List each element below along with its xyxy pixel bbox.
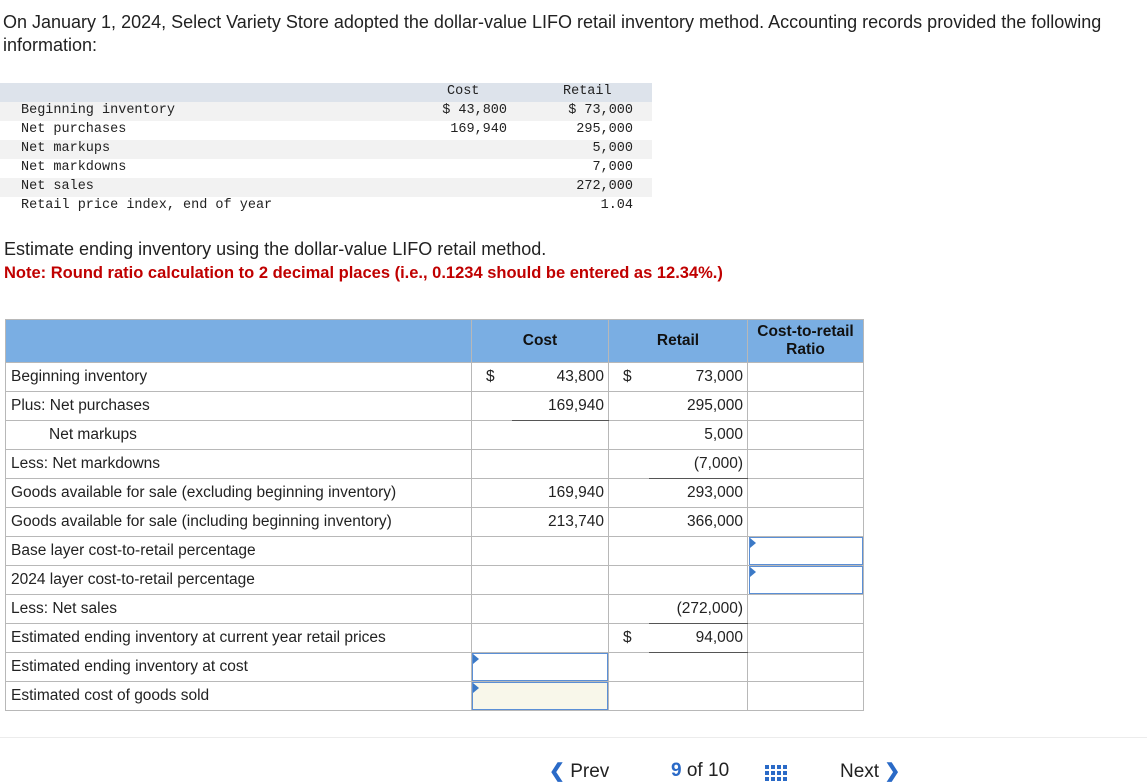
given-label: Net markups (21, 141, 111, 156)
table-row: Estimated cost of goods sold (5, 681, 864, 711)
table-row: 2024 layer cost-to-retail percentage (5, 565, 864, 595)
retail-value: 295,000 (648, 391, 748, 421)
given-retail: 7,000 (592, 160, 633, 175)
table-row: Goods available for sale (excluding begi… (5, 478, 864, 508)
page-of: of (686, 760, 703, 781)
given-row: Retail price index, end of year 1.04 (0, 197, 652, 216)
given-header-retail: Retail (563, 84, 612, 99)
base-layer-ratio-input[interactable] (748, 537, 863, 565)
row-label: Estimated ending inventory at current ye… (5, 623, 472, 653)
given-label: Retail price index, end of year (21, 198, 273, 213)
table-row: Goods available for sale (including begi… (5, 507, 864, 537)
retail-value: 94,000 (648, 623, 748, 653)
cost-value: 213,740 (511, 507, 609, 537)
row-label: Goods available for sale (excluding begi… (5, 478, 472, 508)
row-label: Estimated cost of goods sold (5, 681, 472, 711)
answer-header-row: Cost Retail Cost-to-retail Ratio (5, 319, 864, 363)
cost-value: 169,940 (511, 391, 609, 421)
page-total: 10 (708, 760, 730, 781)
cost-of-goods-sold-input[interactable] (472, 682, 608, 710)
row-label: Estimated ending inventory at cost (5, 652, 472, 682)
given-row: Net markups 5,000 (0, 140, 652, 159)
prev-button[interactable]: ❮ Prev (549, 760, 609, 783)
retail-dollar-sign: $ (608, 362, 649, 392)
retail-value: 73,000 (648, 362, 748, 392)
retail-dollar-sign: $ (608, 623, 649, 653)
given-retail: 1.04 (600, 198, 633, 213)
rounding-note: Note: Round ratio calculation to 2 decim… (4, 264, 723, 282)
table-row: Beginning inventory $ 43,800 $ 73,000 (5, 362, 864, 392)
given-retail: 295,000 (576, 122, 633, 137)
footer-divider (0, 737, 1147, 738)
given-label: Net purchases (21, 122, 127, 137)
retail-value: (272,000) (648, 594, 748, 624)
cost-value: 169,940 (511, 478, 609, 508)
given-retail: $ 73,000 (568, 103, 633, 118)
given-label: Net sales (21, 179, 94, 194)
table-row: Net markups 5,000 (5, 420, 864, 450)
given-retail: 5,000 (592, 141, 633, 156)
retail-value: (7,000) (648, 449, 748, 479)
row-label: 2024 layer cost-to-retail percentage (5, 565, 472, 595)
prev-label: Prev (570, 761, 610, 782)
given-row: Net purchases 169,940 295,000 (0, 121, 652, 140)
page-current: 9 (671, 760, 682, 781)
header-ratio-line1: Cost-to-retail (757, 323, 854, 340)
retail-value: 293,000 (648, 478, 748, 508)
row-label: Base layer cost-to-retail percentage (5, 536, 472, 566)
table-row: Estimated ending inventory at current ye… (5, 623, 864, 653)
given-data-table: Cost Retail Beginning inventory $ 43,800… (0, 83, 652, 216)
current-layer-ratio-input[interactable] (748, 566, 863, 594)
given-header-cost: Cost (447, 84, 480, 99)
answer-table: Cost Retail Cost-to-retail Ratio Beginni… (5, 319, 864, 711)
next-button[interactable]: Next ❯ (840, 760, 900, 783)
retail-value: 366,000 (648, 507, 748, 537)
problem-intro: On January 1, 2024, Select Variety Store… (3, 12, 1102, 55)
table-row: Less: Net markdowns (7,000) (5, 449, 864, 479)
given-cost: $ 43,800 (442, 103, 507, 118)
given-label: Net markdowns (21, 160, 127, 175)
cost-value: 43,800 (511, 362, 609, 392)
given-label: Beginning inventory (21, 103, 175, 118)
table-row: Base layer cost-to-retail percentage (5, 536, 864, 566)
chevron-left-icon: ❮ (549, 761, 565, 782)
header-ratio: Cost-to-retail Ratio (747, 319, 864, 363)
header-ratio-line2: Ratio (786, 341, 825, 358)
given-cost: 169,940 (450, 122, 507, 137)
page-indicator: 9 of 10 (671, 760, 729, 782)
row-label: Goods available for sale (including begi… (5, 507, 472, 537)
given-row: Net markdowns 7,000 (0, 159, 652, 178)
row-label: Beginning inventory (5, 362, 472, 392)
given-row: Net sales 272,000 (0, 178, 652, 197)
row-label: Less: Net sales (5, 594, 472, 624)
row-label: Less: Net markdowns (5, 449, 472, 479)
chevron-right-icon: ❯ (884, 761, 901, 782)
table-row: Plus: Net purchases 169,940 295,000 (5, 391, 864, 421)
grid-icon[interactable] (765, 765, 787, 781)
row-label: Plus: Net purchases (5, 391, 472, 421)
header-cost: Cost (471, 319, 609, 363)
given-row: Beginning inventory $ 43,800 $ 73,000 (0, 102, 652, 121)
instruction-text: Estimate ending inventory using the doll… (4, 239, 547, 259)
given-retail: 272,000 (576, 179, 633, 194)
table-row: Estimated ending inventory at cost (5, 652, 864, 682)
header-retail: Retail (608, 319, 748, 363)
retail-value: 5,000 (648, 420, 748, 450)
cost-dollar-sign: $ (471, 362, 512, 392)
next-label: Next (840, 761, 880, 782)
table-row: Less: Net sales (272,000) (5, 594, 864, 624)
given-header-row: Cost Retail (0, 83, 652, 102)
ending-inventory-cost-input[interactable] (472, 653, 608, 681)
row-label: Net markups (5, 420, 472, 450)
